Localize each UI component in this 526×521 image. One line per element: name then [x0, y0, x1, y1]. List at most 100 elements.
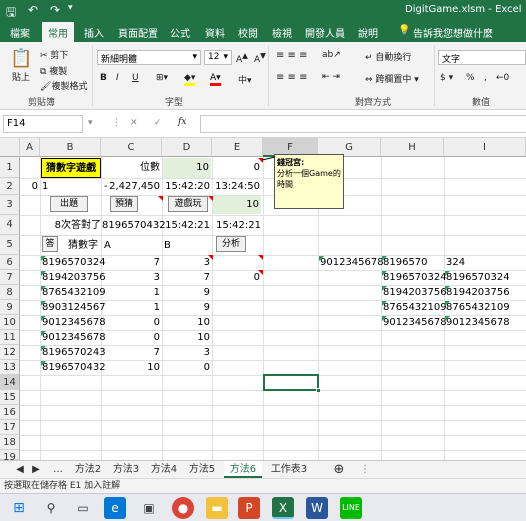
borders-icon[interactable]: ⊞▾	[156, 73, 168, 83]
copy-button[interactable]: ⧉ 複製	[40, 64, 67, 77]
bold-button[interactable]: B	[100, 73, 107, 83]
task-view-icon[interactable]: ▭	[72, 497, 94, 519]
cell-C5[interactable]: A	[104, 237, 111, 254]
worksheet-grid[interactable]: A B C D E F G H I 1 2 3 4 5 6 7 8 9 10 1…	[0, 138, 526, 460]
col-header[interactable]: C	[101, 138, 162, 157]
powerpoint-icon[interactable]: P	[238, 497, 260, 519]
row-header[interactable]: 8	[0, 285, 20, 300]
cell-D13[interactable]: 0	[163, 359, 210, 376]
sheet-tab[interactable]: 方法4	[146, 461, 182, 478]
prev-sheet-icon[interactable]: ◀	[14, 461, 26, 478]
paste-icon[interactable]: 📋	[10, 48, 32, 69]
tab-insert[interactable]: 插入	[84, 25, 104, 40]
row-header[interactable]: 19	[0, 450, 20, 460]
cell-B2[interactable]: 1	[42, 178, 100, 195]
cell-B5[interactable]: 猜數字	[68, 237, 98, 254]
font-size-select[interactable]: 12 ▾	[204, 50, 232, 65]
enter-icon[interactable]: ✓	[154, 118, 162, 128]
align-top-icon[interactable]: ≡ ≡ ≡	[276, 50, 308, 61]
shrink-font-button[interactable]: A▼	[254, 51, 266, 65]
increase-decimal-button[interactable]: ←0	[496, 73, 509, 83]
row-header[interactable]: 3	[0, 195, 20, 215]
cell-A2[interactable]: 0	[21, 178, 38, 195]
col-header[interactable]: E	[212, 138, 263, 157]
row-header[interactable]: 4	[0, 215, 20, 235]
col-header[interactable]: B	[40, 138, 101, 157]
cell-E2[interactable]: 13:24:50	[213, 178, 260, 195]
row-header[interactable]: 12	[0, 345, 20, 360]
cell-C2[interactable]: 2,427,450	[108, 178, 160, 195]
cell-E4[interactable]: 15:42:21	[213, 217, 261, 234]
tab-home[interactable]: 常用	[42, 22, 74, 42]
percent-button[interactable]: %	[466, 73, 475, 83]
windows-start-icon[interactable]: ⊞	[8, 497, 30, 519]
col-header[interactable]: H	[381, 138, 444, 157]
chrome-icon[interactable]: ●	[172, 497, 194, 519]
cell-B4[interactable]: 8次答對了	[41, 217, 101, 234]
undo-icon[interactable]: ↶	[28, 3, 38, 17]
comment-box[interactable]: 錢冠宮: 分析一個Game的時間	[274, 154, 344, 209]
align-left-icon[interactable]: ≡ ≡ ≡	[276, 72, 308, 83]
save-icon[interactable]: 🖫	[6, 3, 16, 24]
number-format-select[interactable]: 文字	[438, 50, 526, 65]
tab-view[interactable]: 檢視	[272, 25, 292, 40]
formula-input[interactable]	[200, 115, 526, 133]
font-color-icon[interactable]: A▾	[210, 73, 221, 86]
row-header[interactable]: 7	[0, 270, 20, 285]
orientation-icon[interactable]: ab↗	[322, 50, 341, 60]
row-header[interactable]: 5	[0, 235, 20, 255]
select-all-corner[interactable]	[0, 138, 20, 157]
row-header-active[interactable]: 14	[0, 375, 20, 390]
name-box-dropdown-icon[interactable]: ▾	[88, 118, 93, 128]
row-header[interactable]: 17	[0, 420, 20, 435]
tab-page-layout[interactable]: 頁面配置	[118, 25, 158, 40]
cell-I10[interactable]: 9012345678	[446, 314, 510, 331]
active-cell-selection[interactable]	[263, 374, 319, 391]
sheet-tab-more[interactable]: ...	[50, 461, 66, 478]
add-sheet-icon[interactable]: ⊕	[328, 461, 350, 478]
sheet-tab[interactable]: 方法5	[184, 461, 220, 478]
tell-me-box[interactable]: 告訴我您想做什麼	[413, 25, 493, 40]
underline-button[interactable]: U	[132, 73, 139, 83]
preguess-button[interactable]: 預猜	[110, 196, 138, 212]
redo-icon[interactable]: ↷	[50, 3, 60, 17]
tab-review[interactable]: 校閱	[238, 25, 258, 40]
edge-icon[interactable]: e	[104, 497, 126, 519]
indent-icon[interactable]: ⇤ ⇥	[322, 72, 340, 82]
cell-C13[interactable]: 10	[102, 359, 160, 376]
store-icon[interactable]: ▣	[138, 497, 160, 519]
line-icon[interactable]: LINE	[340, 497, 362, 519]
digits-input-cell[interactable]: 10	[163, 158, 211, 178]
row-header[interactable]: 16	[0, 405, 20, 420]
insert-function-icon[interactable]: fx	[178, 117, 186, 127]
sheet-tab[interactable]: 方法3	[108, 461, 144, 478]
row-header[interactable]: 15	[0, 390, 20, 405]
fill-handle[interactable]	[316, 388, 321, 393]
game-title-cell[interactable]: 猜數字遊戲	[41, 158, 101, 178]
next-sheet-icon[interactable]: ▶	[30, 461, 42, 478]
cell-C1[interactable]: 位數	[102, 159, 160, 176]
cell-B13[interactable]: 8196570432	[42, 359, 106, 376]
row-header[interactable]: 9	[0, 300, 20, 315]
font-name-select[interactable]: 新細明體 ▾	[97, 50, 201, 65]
currency-button[interactable]: $ ▾	[440, 73, 453, 83]
cut-button[interactable]: ✂ 剪下	[40, 48, 68, 61]
excel-icon[interactable]: X	[272, 497, 294, 519]
row-header[interactable]: 6	[0, 255, 20, 270]
row-header[interactable]: 2	[0, 178, 20, 195]
sheet-tab[interactable]: 方法2	[70, 461, 106, 478]
cell-G6[interactable]: 9012345678	[320, 254, 384, 271]
play-button[interactable]: 遊戲玩	[168, 196, 208, 212]
cell-E1[interactable]: 0	[213, 159, 260, 176]
analyze-button[interactable]: 分析	[216, 236, 246, 252]
row-header[interactable]: 1	[0, 157, 20, 178]
paste-button[interactable]: 貼上	[12, 70, 30, 83]
cell-D2[interactable]: 15:42:20	[163, 178, 210, 195]
format-painter-button[interactable]: 🖌複製格式	[40, 79, 87, 92]
tab-formulas[interactable]: 公式	[170, 25, 190, 40]
col-header[interactable]: D	[162, 138, 212, 157]
cell-H10[interactable]: 9012345678	[383, 314, 447, 331]
customize-toolbar-icon[interactable]: ▾	[68, 3, 73, 13]
folder-icon[interactable]: ▬	[206, 497, 228, 519]
cancel-icon[interactable]: ✕	[130, 118, 138, 128]
